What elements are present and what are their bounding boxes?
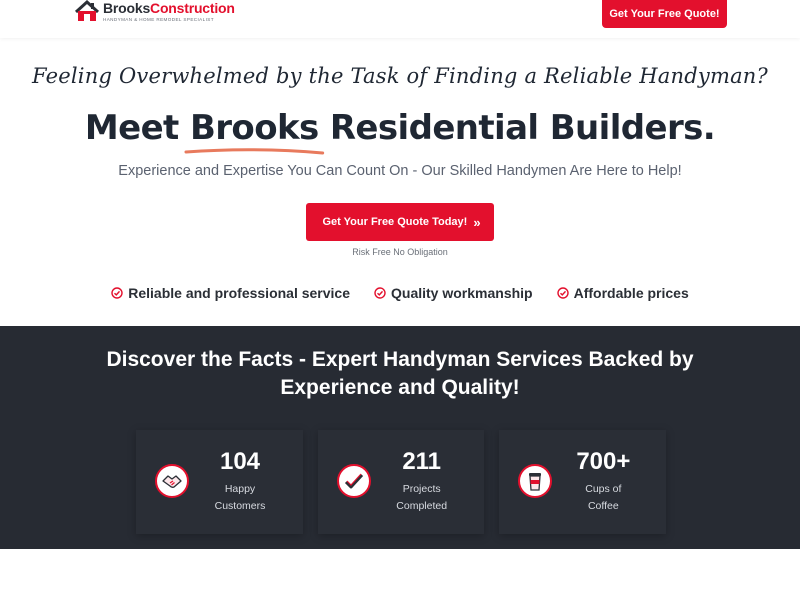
stats-row: 104 Happy Customers 211 Projects Complet… — [136, 430, 667, 534]
header-quote-button[interactable]: Get Your Free Quote! — [602, 0, 727, 28]
house-logo-icon — [74, 0, 100, 22]
feature-label: Affordable prices — [573, 285, 689, 301]
hero-quote-button[interactable]: Get Your Free Quote Today! » — [306, 203, 494, 241]
stat-label: Happy — [224, 483, 256, 495]
stat-label: Customers — [214, 500, 266, 512]
feature-item: Affordable prices — [556, 285, 689, 301]
logo-tagline: HANDYMAN & HOME REMODEL SPECIALIST — [103, 17, 214, 22]
cta-note: Risk Free No Obligation — [352, 247, 448, 257]
double-chevron-right-icon: » — [473, 214, 480, 230]
stat-number: 700+ — [576, 448, 631, 475]
stat-number: 211 — [402, 448, 442, 475]
brand-logo[interactable]: BrooksConstruction HANDYMAN & HOME REMOD… — [74, 0, 235, 28]
logo-name: BrooksConstruction — [103, 0, 235, 16]
stat-card: 211 Projects Completed — [317, 430, 485, 534]
checkmark-icon — [336, 464, 371, 498]
facts-title: Discover the Facts - Expert Handyman Ser… — [106, 348, 694, 399]
feature-item: Quality workmanship — [374, 285, 533, 301]
stat-number: 104 — [219, 448, 261, 475]
coffee-cup-icon — [518, 464, 553, 498]
check-circle-icon — [374, 287, 386, 299]
stat-card: 104 Happy Customers — [136, 430, 303, 534]
underline-swoosh — [184, 148, 325, 155]
stat-label: Coffee — [587, 500, 619, 512]
stat-card: 700+ Cups of Coffee — [499, 430, 667, 534]
site-header: BrooksConstruction HANDYMAN & HOME REMOD… — [0, 0, 800, 38]
check-circle-icon — [556, 287, 569, 299]
feature-label: Reliable and professional service — [128, 285, 351, 301]
hero-script-line: Feeling Overwhelmed by the Task of Findi… — [32, 64, 768, 88]
hero-title: Meet Brooks Residential Builders. — [0, 108, 800, 155]
feature-item: Reliable and professional service — [111, 285, 350, 301]
feature-label: Quality workmanship — [391, 285, 533, 301]
hero-title-highlight: Brooks — [184, 108, 325, 155]
stat-label: Completed — [396, 500, 448, 512]
hero-quote-button-label: Get Your Free Quote Today! — [322, 216, 468, 228]
hero-subtitle: Experience and Expertise You Can Count O… — [118, 163, 682, 179]
facts-section: Discover the Facts - Expert Handyman Ser… — [0, 326, 800, 549]
feature-list: Reliable and professional service Qualit… — [0, 285, 800, 301]
stat-label: Cups of — [585, 483, 622, 495]
stat-label: Projects — [402, 483, 441, 495]
handshake-icon — [155, 464, 189, 498]
check-circle-icon — [111, 287, 123, 299]
